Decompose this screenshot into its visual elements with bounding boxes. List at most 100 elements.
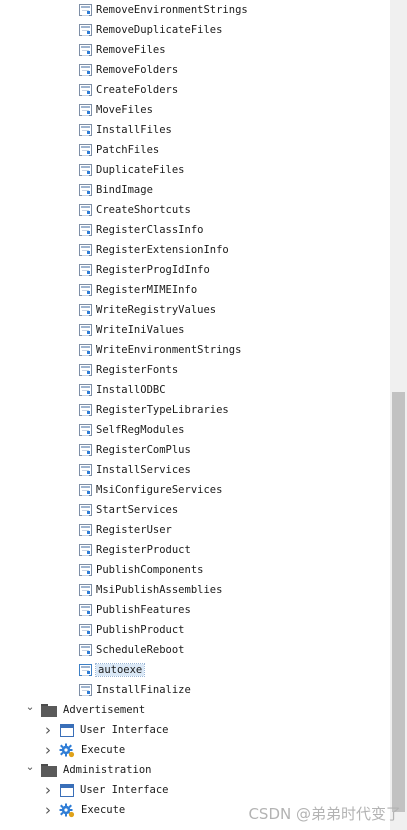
tree-child-label: User Interface [80, 724, 169, 736]
tree-item-label: StartServices [96, 504, 179, 516]
tree-item-label: autoexe [94, 663, 146, 677]
tree-item-label: RegisterExtensionInfo [96, 244, 229, 256]
tree-item[interactable]: MsiConfigureServices [79, 480, 222, 500]
tree-item[interactable]: MoveFiles [79, 100, 153, 120]
table-icon [79, 4, 92, 16]
tree-child-item[interactable]: › Execute [42, 740, 125, 760]
tree-item-label: DuplicateFiles [96, 164, 185, 176]
tree-item[interactable]: PublishComponents [79, 560, 203, 580]
tree-item[interactable]: InstallFinalize [79, 680, 191, 700]
table-icon [79, 84, 92, 96]
tree-item[interactable]: MsiPublishAssemblies [79, 580, 222, 600]
ui-window-icon [60, 723, 74, 737]
table-icon [79, 44, 92, 56]
table-icon [79, 204, 92, 216]
table-icon [79, 444, 92, 456]
tree-item[interactable]: WriteEnvironmentStrings [79, 340, 241, 360]
tree-item-label: RegisterProgIdInfo [96, 264, 210, 276]
tree-item-label: InstallServices [96, 464, 191, 476]
tree-item[interactable]: SelfRegModules [79, 420, 185, 440]
table-icon [79, 524, 92, 536]
table-icon [79, 384, 92, 396]
table-icon [79, 624, 92, 636]
table-icon [79, 184, 92, 196]
tree-item[interactable]: WriteRegistryValues [79, 300, 216, 320]
tree-group-advertisement[interactable]: ⌄ Advertisement [24, 700, 145, 720]
table-icon [79, 344, 92, 356]
tree-item[interactable]: RegisterExtensionInfo [79, 240, 229, 260]
tree-item[interactable]: CreateFolders [79, 80, 178, 100]
tree-item[interactable]: RemoveEnvironmentStrings [79, 0, 248, 20]
tree-item[interactable]: RemoveFiles [79, 40, 166, 60]
scrollbar-thumb[interactable] [392, 392, 405, 812]
table-icon [79, 264, 92, 276]
tree-item[interactable]: WriteIniValues [79, 320, 185, 340]
tree-item[interactable]: StartServices [79, 500, 178, 520]
tree-item-label: RegisterMIMEInfo [96, 284, 198, 296]
tree-item[interactable]: ScheduleReboot [79, 640, 185, 660]
chevron-right-icon[interactable]: › [42, 780, 54, 800]
watermark: CSDN @弟弟时代变了 [248, 805, 401, 823]
tree-group-label: Advertisement [63, 704, 146, 716]
tree-item[interactable]: InstallServices [79, 460, 191, 480]
tree-item[interactable]: PatchFiles [79, 140, 159, 160]
tree-item[interactable]: RemoveFolders [79, 60, 178, 80]
tree-group-administration[interactable]: ⌄ Administration [24, 760, 152, 780]
tree-child-item[interactable]: › User Interface [42, 720, 169, 740]
tree-item-label: RemoveFolders [96, 64, 179, 76]
chevron-down-icon[interactable]: ⌄ [24, 697, 36, 717]
tree-child-item[interactable]: › Execute [42, 800, 125, 820]
table-icon [79, 644, 92, 656]
tree-item[interactable]: PublishFeatures [79, 600, 191, 620]
tree-item[interactable]: DuplicateFiles [79, 160, 185, 180]
tree-item[interactable]: RegisterClassInfo [79, 220, 203, 240]
tree-item[interactable]: PublishProduct [79, 620, 185, 640]
tree-item[interactable]: autoexe [79, 660, 146, 680]
table-icon [79, 364, 92, 376]
table-icon [79, 684, 92, 696]
tree-item[interactable]: RegisterUser [79, 520, 172, 540]
vertical-scrollbar[interactable] [390, 0, 407, 830]
table-icon [79, 164, 92, 176]
tree-item[interactable]: InstallODBC [79, 380, 166, 400]
tree-child-label: Execute [81, 744, 126, 756]
table-icon [79, 304, 92, 316]
tree-item[interactable]: RegisterTypeLibraries [79, 400, 229, 420]
tree-item[interactable]: CreateShortcuts [79, 200, 191, 220]
tree-child-item[interactable]: › User Interface [42, 780, 169, 800]
gear-icon [59, 742, 75, 758]
table-icon [79, 464, 92, 476]
tree-item-label: RegisterClassInfo [96, 224, 204, 236]
tree-item-label: InstallODBC [96, 384, 166, 396]
tree-item-label: RegisterUser [96, 524, 172, 536]
chevron-down-icon[interactable]: ⌄ [24, 757, 36, 777]
tree-item[interactable]: RegisterFonts [79, 360, 178, 380]
tree-item[interactable]: RegisterMIMEInfo [79, 280, 197, 300]
tree-item[interactable]: RegisterProduct [79, 540, 191, 560]
tree-child-label: Execute [81, 804, 126, 816]
folder-icon [41, 703, 57, 717]
tree-item-label: SelfRegModules [96, 424, 185, 436]
tree-item-label: InstallFinalize [96, 684, 191, 696]
ui-window-icon [60, 783, 74, 797]
tree-item[interactable]: RemoveDuplicateFiles [79, 20, 222, 40]
tree-item[interactable]: BindImage [79, 180, 153, 200]
tree-item-label: BindImage [96, 184, 153, 196]
table-icon [79, 224, 92, 236]
tree-item-label: RemoveFiles [96, 44, 166, 56]
tree-item[interactable]: RegisterComPlus [79, 440, 191, 460]
table-icon [79, 664, 92, 676]
table-icon [79, 424, 92, 436]
tree-item-label: PublishProduct [96, 624, 185, 636]
tree-item[interactable]: RegisterProgIdInfo [79, 260, 210, 280]
chevron-right-icon[interactable]: › [42, 720, 54, 740]
table-icon [79, 504, 92, 516]
tree-item-label: CreateShortcuts [96, 204, 191, 216]
tree-item[interactable]: InstallFiles [79, 120, 172, 140]
table-icon [79, 64, 92, 76]
tree-item-label: WriteEnvironmentStrings [96, 344, 242, 356]
tree-group-label: Administration [63, 764, 152, 776]
chevron-right-icon[interactable]: › [42, 800, 54, 820]
sequence-tree[interactable]: RemoveEnvironmentStrings RemoveDuplicateF… [0, 0, 390, 830]
chevron-right-icon[interactable]: › [42, 740, 54, 760]
